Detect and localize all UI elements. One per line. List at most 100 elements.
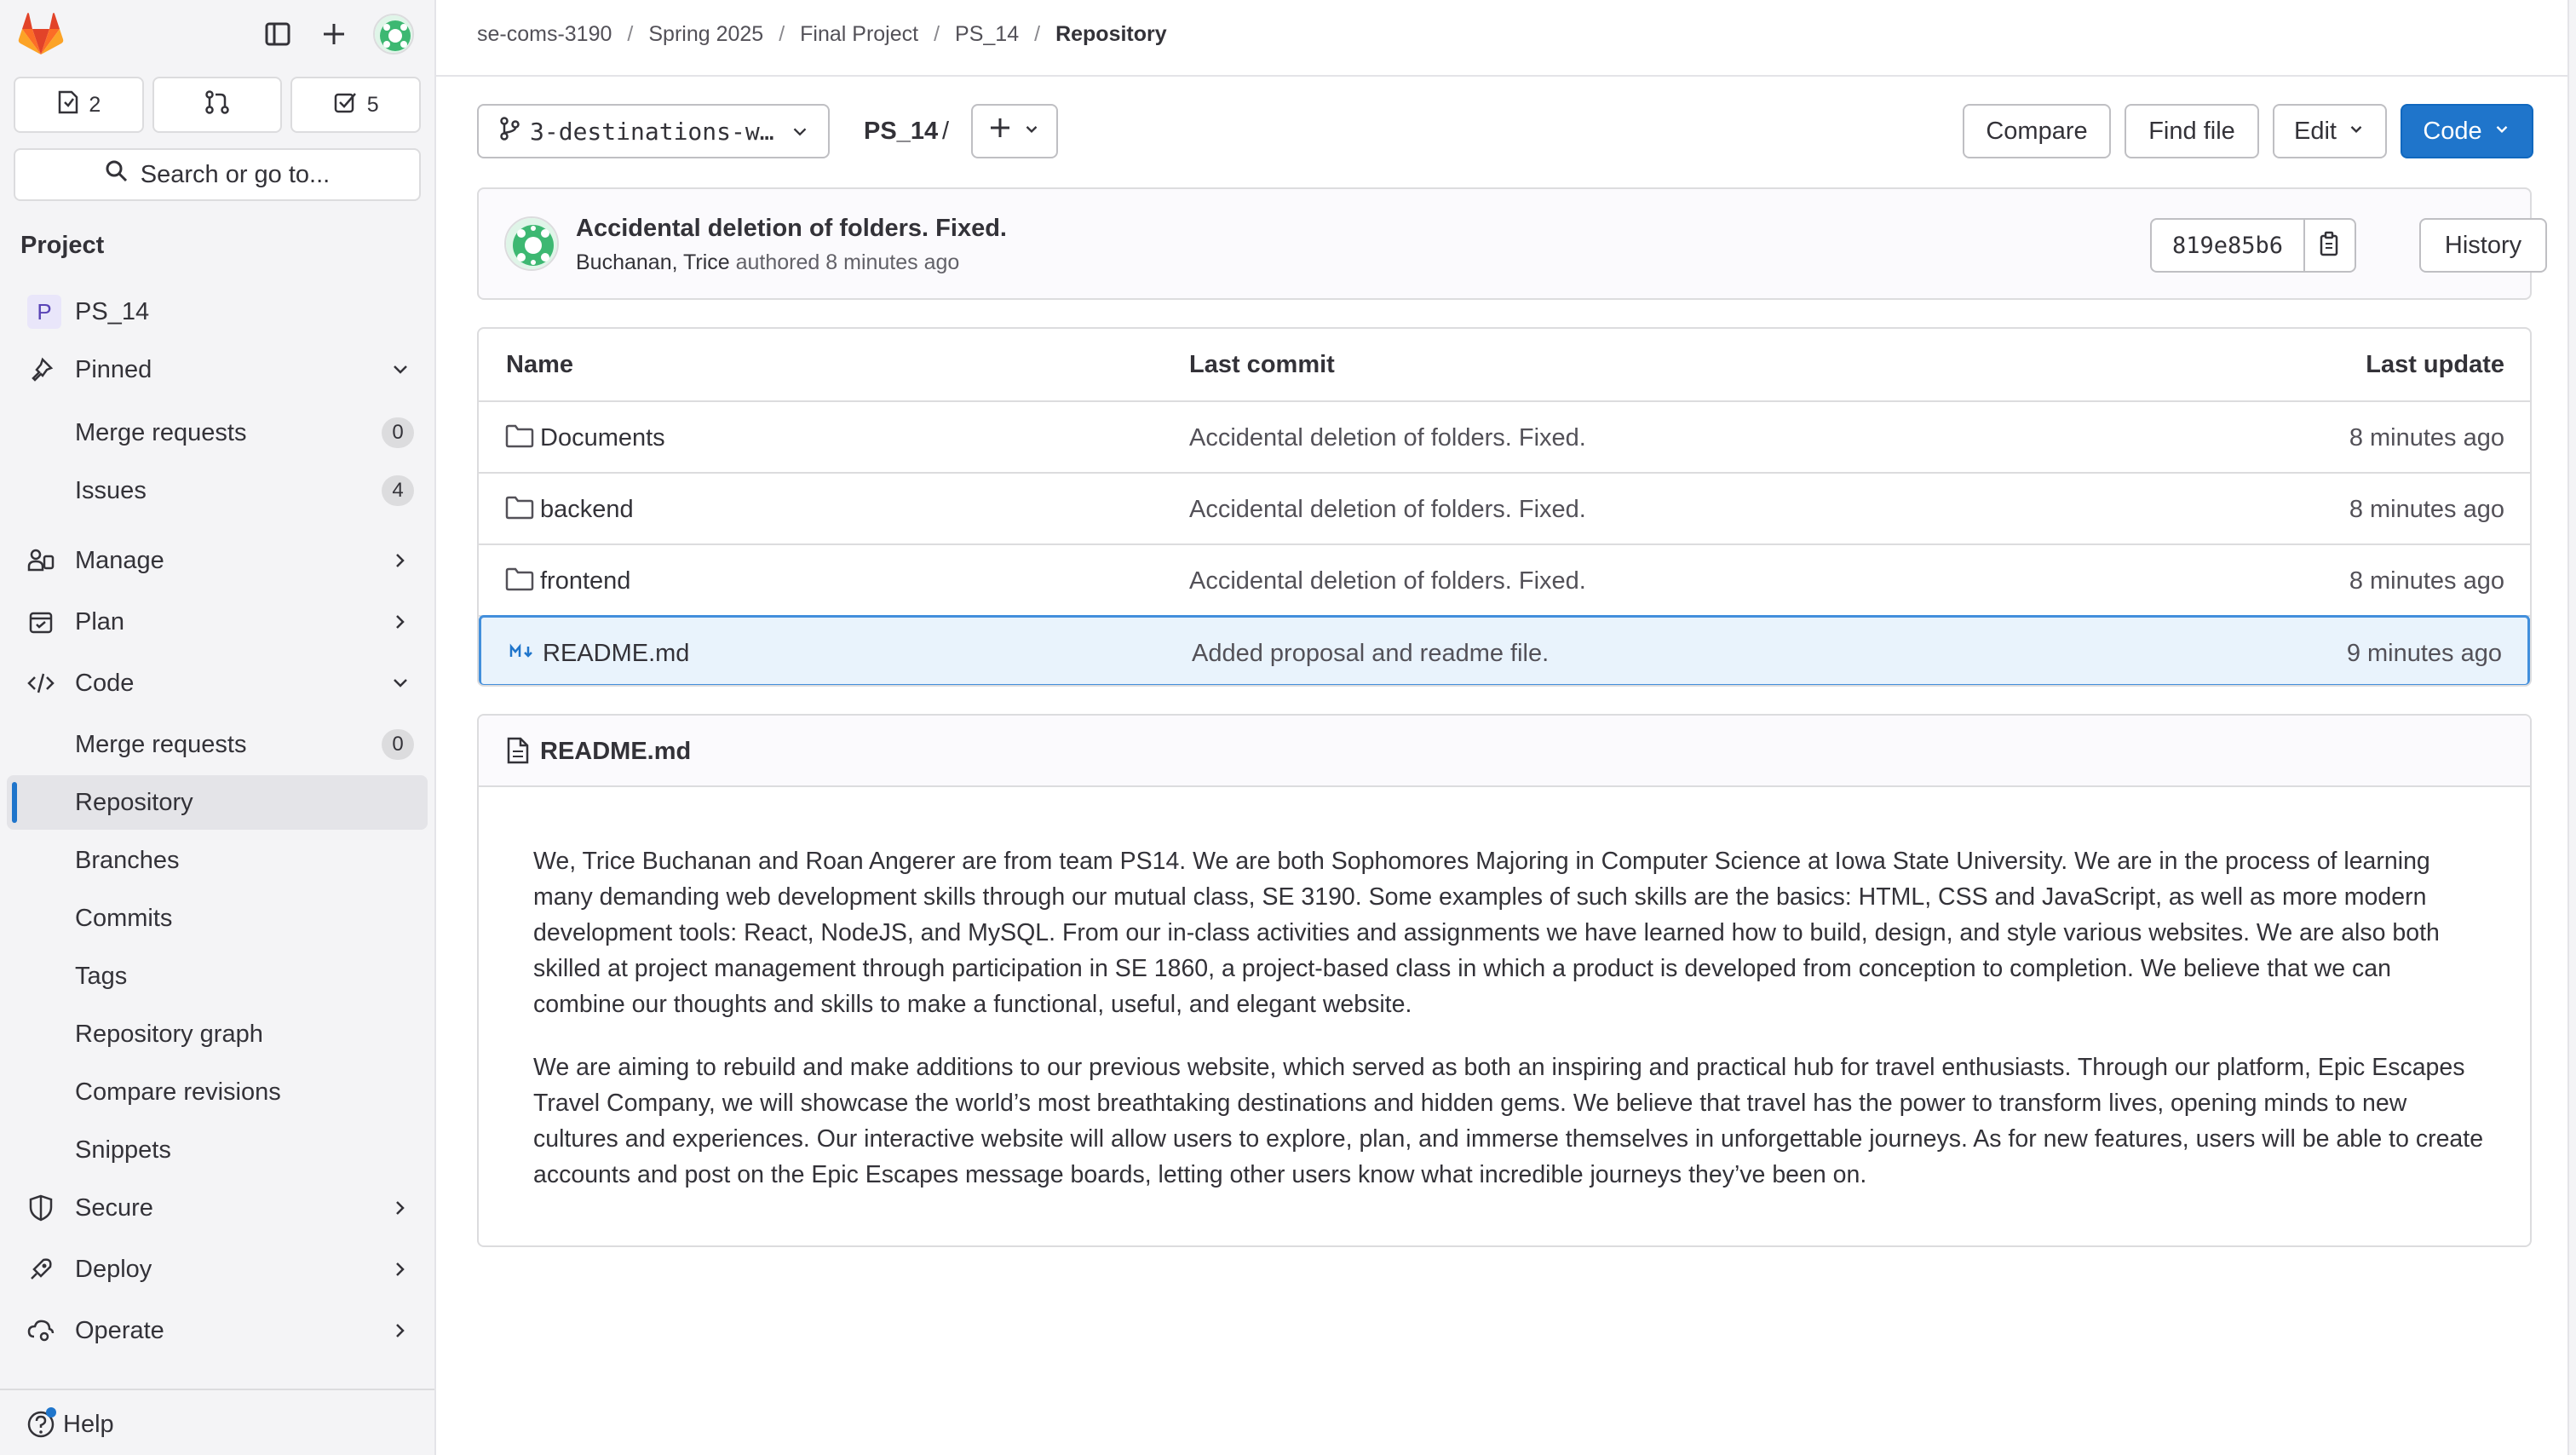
- sidebar-item-label: Tags: [75, 962, 128, 990]
- sidebar-item-compare-revisions[interactable]: Compare revisions: [7, 1065, 428, 1119]
- sidebar-item-tags[interactable]: Tags: [7, 949, 428, 1004]
- table-row[interactable]: README.md Added proposal and readme file…: [479, 615, 2530, 685]
- sidebar-item-pinned-issues[interactable]: Issues 4: [7, 463, 428, 518]
- breadcrumb-current[interactable]: Repository: [1055, 22, 1167, 47]
- commit-sha[interactable]: 819e85b6: [2150, 218, 2304, 273]
- gitlab-logo-icon[interactable]: [17, 12, 65, 56]
- chevron-down-icon: [789, 121, 811, 149]
- compare-label: Compare: [1986, 117, 2088, 145]
- sidebar-item-snippets[interactable]: Snippets: [7, 1123, 428, 1177]
- repo-path-root[interactable]: PS_14: [864, 118, 938, 146]
- column-header-last-update: Last update: [2366, 351, 2504, 378]
- readme-paragraph: We, Trice Buchanan and Roan Angerer are …: [533, 848, 2440, 1018]
- sidebar-section-title: Project: [20, 232, 105, 259]
- file-name-link[interactable]: README.md: [543, 640, 689, 668]
- sidebar-item-label: Snippets: [75, 1136, 171, 1164]
- chevron-right-icon: [388, 1196, 412, 1220]
- last-commit-panel: Accidental deletion of folders. Fixed. B…: [477, 187, 2547, 300]
- add-to-tree-button[interactable]: [971, 104, 1058, 158]
- file-name-link[interactable]: backend: [540, 496, 634, 524]
- collapse-sidebar-icon[interactable]: [259, 15, 296, 53]
- sidebar-item-repository[interactable]: Repository: [7, 775, 428, 830]
- history-label: History: [2444, 231, 2522, 259]
- sidebar-item-label: Branches: [75, 846, 180, 874]
- todo-icon: [333, 90, 357, 120]
- pin-icon: [26, 354, 56, 385]
- header-divider: [436, 75, 2576, 77]
- last-commit-link[interactable]: Added proposal and readme file.: [1192, 640, 1549, 668]
- breadcrumb-separator: /: [934, 22, 940, 46]
- breadcrumb-subgroup[interactable]: Spring 2025: [648, 22, 763, 47]
- sidebar-item-secure[interactable]: Secure: [7, 1181, 428, 1235]
- readme-title-link[interactable]: README.md: [540, 738, 691, 766]
- breadcrumb-separator: /: [779, 22, 785, 46]
- sidebar-item-code-merge-requests[interactable]: Merge requests 0: [7, 717, 428, 772]
- last-update-time: 8 minutes ago: [2349, 424, 2504, 451]
- sidebar-item-label: Commits: [75, 904, 173, 932]
- sidebar-item-deploy[interactable]: Deploy: [7, 1242, 428, 1297]
- sidebar-item-code[interactable]: Code: [7, 656, 428, 710]
- chevron-down-icon: [2493, 118, 2511, 146]
- table-row[interactable]: Documents Accidental deletion of folders…: [479, 402, 2530, 474]
- breadcrumb-project[interactable]: PS_14: [955, 22, 1019, 47]
- breadcrumb-separator: /: [1034, 22, 1041, 46]
- find-file-button[interactable]: Find file: [2125, 104, 2259, 158]
- sidebar-item-manage[interactable]: Manage: [7, 533, 428, 588]
- breadcrumb-group[interactable]: se-coms-3190: [477, 22, 612, 47]
- count-badge: 0: [382, 417, 414, 448]
- commit-author-link[interactable]: Buchanan, Trice: [576, 250, 730, 274]
- table-row[interactable]: frontend Accidental deletion of folders.…: [479, 545, 2530, 617]
- counter-row: 2 5: [14, 77, 422, 133]
- readme-panel: README.md We, Trice Buchanan and Roan An…: [477, 714, 2532, 1247]
- copy-sha-button[interactable]: [2303, 218, 2357, 273]
- chevron-right-icon: [388, 1319, 412, 1343]
- sidebar-top: [0, 0, 434, 68]
- table-row[interactable]: backend Accidental deletion of folders. …: [479, 474, 2530, 545]
- commit-author-avatar[interactable]: [504, 216, 559, 271]
- compare-button[interactable]: Compare: [1963, 104, 2111, 158]
- sidebar-item-label: Repository graph: [75, 1020, 263, 1048]
- copy-icon: [2319, 231, 2341, 261]
- sidebar-item-branches[interactable]: Branches: [7, 833, 428, 888]
- sidebar-item-operate[interactable]: Operate: [7, 1303, 428, 1358]
- todo-counter-button[interactable]: 5: [290, 77, 422, 133]
- file-name-link[interactable]: frontend: [540, 567, 630, 595]
- notification-dot: [46, 1407, 56, 1418]
- last-commit-link[interactable]: Accidental deletion of folders. Fixed.: [1189, 424, 1586, 452]
- user-avatar[interactable]: [373, 14, 414, 55]
- sidebar-item-plan[interactable]: Plan: [7, 595, 428, 649]
- code-dropdown-button[interactable]: Code: [2401, 104, 2533, 158]
- sidebar-item-label: Plan: [75, 607, 125, 635]
- history-button[interactable]: History: [2419, 218, 2547, 273]
- readme-content: We, Trice Buchanan and Roan Angerer are …: [533, 843, 2484, 1220]
- last-commit-link[interactable]: Accidental deletion of folders. Fixed.: [1189, 567, 1586, 595]
- last-commit-link[interactable]: Accidental deletion of folders. Fixed.: [1189, 496, 1586, 524]
- assigned-issues-button[interactable]: 2: [14, 77, 144, 133]
- sidebar-item-label: Compare revisions: [75, 1078, 281, 1106]
- help-button[interactable]: Help: [0, 1389, 434, 1455]
- breadcrumb-subgroup-2[interactable]: Final Project: [800, 22, 918, 47]
- sidebar-item-repository-graph[interactable]: Repository graph: [7, 1007, 428, 1061]
- commit-title-link[interactable]: Accidental deletion of folders. Fixed.: [576, 215, 1007, 243]
- chevron-right-icon: [388, 610, 412, 634]
- code-label: Code: [2423, 117, 2482, 145]
- sidebar-item-label: Merge requests: [75, 418, 247, 446]
- chevron-down-icon: [2347, 118, 2366, 146]
- merge-requests-counter-button[interactable]: [152, 77, 283, 133]
- sidebar-item-pinned[interactable]: Pinned: [7, 342, 428, 397]
- cloud-gear-icon: [26, 1315, 56, 1346]
- sidebar-item-commits[interactable]: Commits: [7, 891, 428, 946]
- users-icon: [26, 545, 56, 576]
- edit-dropdown-button[interactable]: Edit: [2273, 104, 2387, 158]
- file-name-link[interactable]: Documents: [540, 424, 665, 452]
- search-button[interactable]: Search or go to...: [14, 148, 421, 201]
- table-header: Name Last commit Last update: [479, 329, 2530, 402]
- sidebar-item-pinned-merge-requests[interactable]: Merge requests 0: [7, 405, 428, 460]
- create-new-plus-icon[interactable]: [315, 15, 353, 53]
- file-tree-table: Name Last commit Last update Documents A…: [477, 327, 2532, 687]
- sidebar-item-project[interactable]: P PS_14: [7, 285, 428, 339]
- branch-selector[interactable]: 3-destinations-w…: [477, 104, 830, 158]
- count-badge: 0: [382, 729, 414, 760]
- breadcrumb-separator: /: [627, 22, 634, 46]
- sidebar-item-label: Deploy: [75, 1255, 152, 1283]
